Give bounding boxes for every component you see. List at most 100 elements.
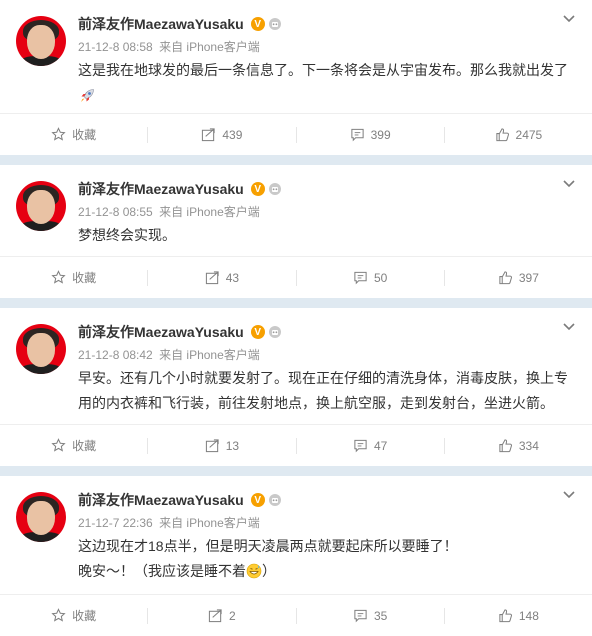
author-name[interactable]: 前泽友作MaezawaYusaku: [78, 322, 244, 342]
comment-count: 35: [373, 608, 388, 623]
author-name[interactable]: 前泽友作MaezawaYusaku: [78, 179, 244, 199]
member-icon: [268, 326, 281, 338]
comment-count: 50: [373, 270, 388, 285]
star-icon: [51, 127, 66, 141]
repost-button[interactable]: 43: [148, 257, 295, 299]
avatar[interactable]: [16, 324, 66, 374]
post-text: 这是我在地球发的最后一条信息了。下一条将会是从宇宙发布。那么我就出发了: [78, 58, 578, 108]
repost-icon: [205, 271, 219, 285]
action-bar: 收藏 43 50 397: [0, 256, 592, 298]
repost-count: 13: [225, 438, 240, 453]
like-button[interactable]: 148: [445, 595, 592, 636]
rocket-emoji-icon: [81, 89, 94, 103]
chevron-down-icon[interactable]: [562, 179, 576, 189]
author-name[interactable]: 前泽友作MaezawaYusaku: [78, 14, 244, 34]
thumbs-up-icon: [499, 439, 512, 453]
post-text-line: 用的内衣裤和飞行装，前往发射地点，换上航空服，走到发射台，坐进火箭。: [78, 395, 554, 411]
post-meta: 21-12-8 08:58 来自 iPhone客户端: [78, 38, 260, 55]
comment-button[interactable]: 399: [297, 114, 444, 156]
chevron-down-icon[interactable]: [562, 322, 576, 332]
favorite-label: 收藏: [72, 271, 97, 285]
chevron-down-icon[interactable]: [562, 490, 576, 500]
like-button[interactable]: 334: [445, 425, 592, 467]
post-source: 来自 iPhone客户端: [159, 205, 260, 219]
thumbs-up-icon: [499, 271, 512, 285]
comment-button[interactable]: 47: [297, 425, 444, 467]
comment-icon: [354, 439, 367, 453]
verified-badge-icon: V: [250, 325, 265, 339]
post-source: 来自 iPhone客户端: [159, 348, 260, 362]
comment-icon: [354, 271, 367, 285]
action-bar: 收藏 439 399 2475: [0, 113, 592, 155]
favorite-label: 收藏: [72, 439, 97, 453]
like-button[interactable]: 2475: [445, 114, 592, 156]
avatar[interactable]: [16, 16, 66, 66]
post-source: 来自 iPhone客户端: [159, 516, 260, 530]
post-text: 早安。还有几个小时就要发射了。现在正在仔细的清洗身体，消毒皮肤，换上专 用的内衣…: [78, 366, 578, 416]
like-count: 334: [518, 438, 539, 453]
post-card: 前泽友作MaezawaYusaku V 21-12-8 08:55 来自 iPh…: [0, 165, 592, 298]
author-name[interactable]: 前泽友作MaezawaYusaku: [78, 490, 244, 510]
comment-icon: [354, 609, 367, 623]
comment-count: 47: [373, 438, 388, 453]
avatar[interactable]: [16, 492, 66, 542]
action-bar: 收藏 2 35 148: [0, 594, 592, 636]
post-text: 这边现在才18点半，但是明天凌晨两点就要起床所以要睡了！ 晚安～！（我应该是睡不…: [78, 534, 578, 584]
verified-badge-icon: V: [250, 17, 265, 31]
post-text-line: 早安。还有几个小时就要发射了。现在正在仔细的清洗身体，消毒皮肤，换上专: [78, 370, 568, 386]
favorite-label: 收藏: [72, 128, 97, 142]
post-card: 前泽友作MaezawaYusaku V 21-12-8 08:58 来自 iPh…: [0, 0, 592, 155]
avatar[interactable]: [16, 181, 66, 231]
repost-button[interactable]: 2: [148, 595, 295, 636]
comment-icon: [350, 128, 364, 142]
thumbs-up-icon: [499, 609, 512, 623]
post-time[interactable]: 21-12-8 08:58: [78, 40, 153, 54]
repost-button[interactable]: 439: [148, 114, 295, 156]
comment-button[interactable]: 35: [297, 595, 444, 636]
favorite-button[interactable]: 收藏: [0, 114, 147, 156]
post-time[interactable]: 21-12-8 08:55: [78, 205, 153, 219]
comment-button[interactable]: 50: [297, 257, 444, 299]
repost-icon: [208, 609, 222, 623]
repost-count: 439: [222, 127, 243, 142]
repost-icon: [205, 439, 219, 453]
post-text-line: 这是我在地球发的最后一条信息了。下一条将会是从宇宙发布。那么我就出发了: [78, 62, 568, 78]
post-meta: 21-12-7 22:36 来自 iPhone客户端: [78, 514, 260, 531]
post-time[interactable]: 21-12-8 08:42: [78, 348, 153, 362]
post-time[interactable]: 21-12-7 22:36: [78, 516, 153, 530]
favorite-button[interactable]: 收藏: [0, 425, 147, 467]
emoji-line: [78, 83, 578, 108]
post-source: 来自 iPhone客户端: [159, 40, 260, 54]
like-button[interactable]: 397: [445, 257, 592, 299]
post-card: 前泽友作MaezawaYusaku V 21-12-8 08:42 来自 iPh…: [0, 308, 592, 466]
favorite-label: 收藏: [72, 609, 97, 623]
verified-badge-icon: V: [250, 182, 265, 196]
verified-badge-icon: V: [250, 493, 265, 507]
chevron-down-icon[interactable]: [562, 14, 576, 24]
action-bar: 收藏 13 47 334: [0, 424, 592, 466]
member-icon: [268, 183, 281, 195]
weibo-feed: 前泽友作MaezawaYusaku V 21-12-8 08:58 来自 iPh…: [0, 0, 592, 636]
post-card: 前泽友作MaezawaYusaku V 21-12-7 22:36 来自 iPh…: [0, 476, 592, 636]
repost-icon: [202, 128, 215, 142]
repost-count: 43: [225, 270, 240, 285]
member-icon: [268, 494, 281, 506]
post-text-line: 晚安～！（我应该是睡不着 ）: [78, 559, 578, 584]
like-count: 2475: [515, 127, 543, 142]
post-meta: 21-12-8 08:55 来自 iPhone客户端: [78, 203, 260, 220]
thumbs-up-icon: [495, 128, 509, 142]
like-count: 148: [518, 608, 539, 623]
star-icon: [51, 270, 66, 284]
comment-count: 399: [370, 127, 391, 142]
post-text-segment: 晚安～！（我应该是睡不着: [78, 563, 246, 579]
star-icon: [51, 438, 66, 452]
like-count: 397: [518, 270, 539, 285]
repost-button[interactable]: 13: [148, 425, 295, 467]
favorite-button[interactable]: 收藏: [0, 595, 147, 636]
post-meta: 21-12-8 08:42 来自 iPhone客户端: [78, 346, 260, 363]
grinning-sweat-emoji-icon: [246, 563, 262, 579]
member-icon: [268, 18, 281, 30]
post-text-segment: ）: [262, 563, 276, 579]
post-text-line: 梦想终会实现。: [78, 227, 176, 243]
favorite-button[interactable]: 收藏: [0, 257, 147, 299]
